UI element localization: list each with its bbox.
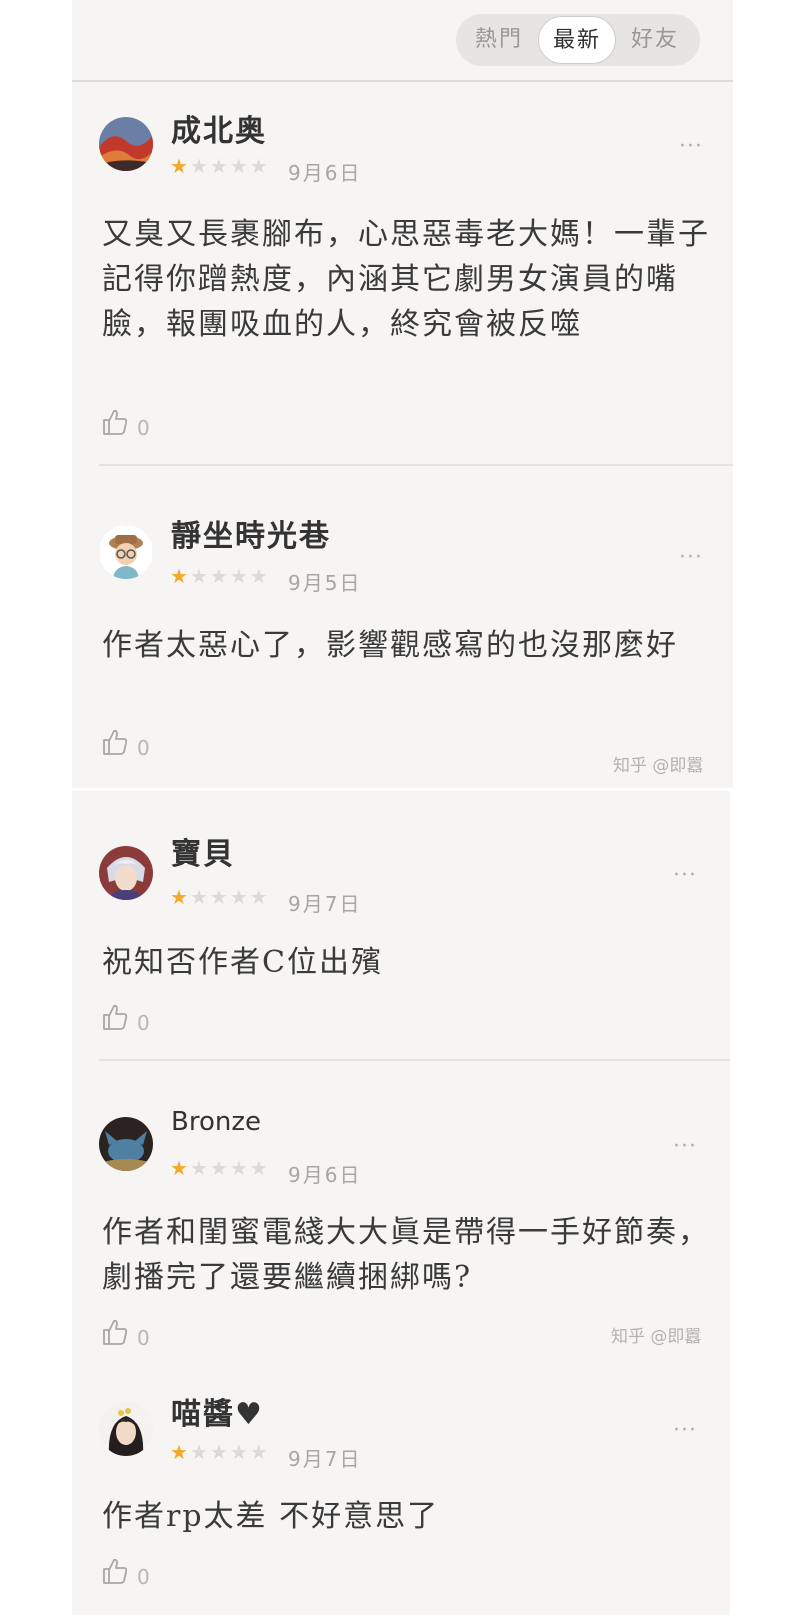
user-name[interactable]: 成北奥 xyxy=(171,106,267,150)
user-name[interactable]: 寶貝 xyxy=(171,829,235,873)
user-name[interactable]: Bronze xyxy=(171,1107,261,1137)
star-filled-icon: ★ xyxy=(170,1156,190,1180)
star-rating: ★★★★★ xyxy=(170,564,270,588)
comment-text: 作者和閨蜜電綫大大眞是帶得一手好節奏，劇播完了還要繼續捆綁嗎? xyxy=(102,1215,710,1295)
comment-text: 祝知否作者C位出殯 xyxy=(102,945,383,980)
more-options-button[interactable]: ··· xyxy=(679,136,703,158)
comments-panel-bottom xyxy=(72,791,730,1615)
comment-text: 作者rp太差 不好意思了 xyxy=(102,1499,440,1534)
thumbs-up-icon[interactable] xyxy=(102,728,128,760)
sort-tabs: 熱門 最新 好友 xyxy=(456,14,700,66)
user-name[interactable]: 喵醬♥ xyxy=(171,1389,264,1433)
tab-latest[interactable]: 最新 xyxy=(538,16,616,64)
star-rating: ★★★★★ xyxy=(170,154,270,178)
star-empty-icon: ★ xyxy=(229,154,250,178)
avatar[interactable] xyxy=(99,525,153,579)
avatar[interactable] xyxy=(99,1117,153,1171)
star-filled-icon: ★ xyxy=(170,154,190,178)
star-empty-icon: ★ xyxy=(229,885,250,909)
star-empty-icon: ★ xyxy=(229,1156,250,1180)
more-options-button[interactable]: ··· xyxy=(673,1420,697,1442)
star-empty-icon: ★ xyxy=(249,1440,270,1464)
star-empty-icon: ★ xyxy=(249,1156,270,1180)
like-count: 0 xyxy=(137,416,150,440)
thumbs-up-icon[interactable] xyxy=(102,1557,128,1589)
comment-date: 9月7日 xyxy=(288,1447,362,1471)
comment-date: 9月7日 xyxy=(288,892,362,916)
star-filled-icon: ★ xyxy=(170,1440,190,1464)
avatar[interactable] xyxy=(99,1402,153,1456)
star-empty-icon: ★ xyxy=(189,1440,210,1464)
comment-divider xyxy=(99,464,733,466)
star-rating: ★★★★★ xyxy=(170,1156,270,1180)
like-count: 0 xyxy=(137,1011,150,1035)
star-rating: ★★★★★ xyxy=(170,885,270,909)
avatar[interactable] xyxy=(99,117,153,171)
thumbs-up-icon[interactable] xyxy=(102,408,128,440)
comment-divider xyxy=(99,1059,730,1061)
star-empty-icon: ★ xyxy=(209,154,230,178)
tab-hot[interactable]: 熱門 xyxy=(460,16,538,64)
star-empty-icon: ★ xyxy=(229,1440,250,1464)
like-count: 0 xyxy=(137,736,150,760)
user-name[interactable]: 靜坐時光巷 xyxy=(171,511,331,555)
like-count: 0 xyxy=(137,1565,150,1589)
star-filled-icon: ★ xyxy=(170,885,190,909)
star-empty-icon: ★ xyxy=(249,154,270,178)
comment-date: 9月5日 xyxy=(288,571,362,595)
like-count: 0 xyxy=(137,1326,150,1350)
comment-text: 作者太惡心了，影響觀感寫的也沒那麼好 xyxy=(102,628,678,663)
star-empty-icon: ★ xyxy=(249,564,270,588)
avatar[interactable] xyxy=(99,846,153,900)
comment-text: 又臭又長裹腳布，心思惡毒老大媽！一輩子記得你蹭熱度，內涵其它劇男女演員的嘴臉，報… xyxy=(102,217,710,342)
star-empty-icon: ★ xyxy=(189,154,210,178)
star-filled-icon: ★ xyxy=(170,564,190,588)
watermark: 知乎 @即囂 xyxy=(613,756,704,776)
star-empty-icon: ★ xyxy=(209,1156,230,1180)
star-empty-icon: ★ xyxy=(189,1156,210,1180)
thumbs-up-icon[interactable] xyxy=(102,1003,128,1035)
star-empty-icon: ★ xyxy=(209,885,230,909)
star-empty-icon: ★ xyxy=(229,564,250,588)
star-rating: ★★★★★ xyxy=(170,1440,270,1464)
tab-friends[interactable]: 好友 xyxy=(616,16,694,64)
comment-date: 9月6日 xyxy=(288,1163,362,1187)
star-empty-icon: ★ xyxy=(189,885,210,909)
more-options-button[interactable]: ··· xyxy=(679,547,703,569)
star-empty-icon: ★ xyxy=(209,1440,230,1464)
more-options-button[interactable]: ··· xyxy=(673,865,697,887)
comment-date: 9月6日 xyxy=(288,161,362,185)
watermark: 知乎 @即囂 xyxy=(611,1327,702,1347)
more-options-button[interactable]: ··· xyxy=(673,1136,697,1158)
thumbs-up-icon[interactable] xyxy=(102,1318,128,1350)
star-empty-icon: ★ xyxy=(189,564,210,588)
star-empty-icon: ★ xyxy=(249,885,270,909)
tab-bar-divider xyxy=(72,80,733,82)
star-empty-icon: ★ xyxy=(209,564,230,588)
